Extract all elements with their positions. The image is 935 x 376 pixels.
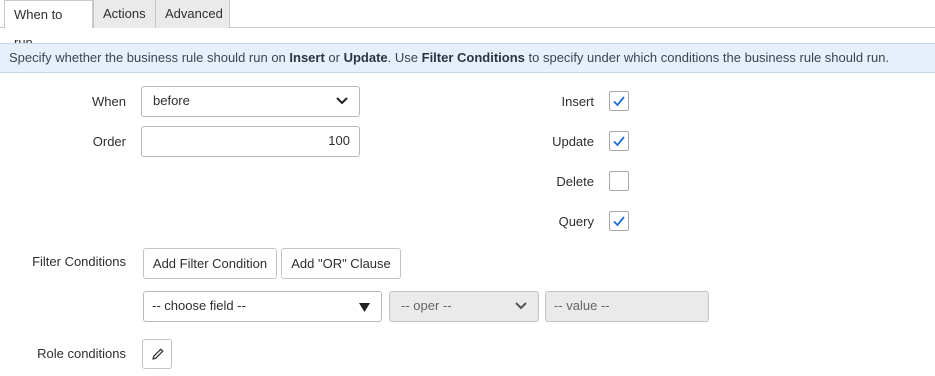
- oper-value: -- oper --: [401, 298, 452, 313]
- query-checkbox[interactable]: [609, 211, 629, 231]
- delete-label: Delete: [556, 174, 594, 189]
- info-text-2: or: [324, 50, 344, 65]
- delete-checkbox[interactable]: [609, 171, 629, 191]
- pencil-icon: [152, 348, 164, 360]
- add-filter-condition-button[interactable]: Add Filter Condition: [143, 248, 277, 279]
- triangle-down-icon: [359, 303, 370, 312]
- chevron-down-icon: [515, 302, 527, 310]
- add-or-clause-button[interactable]: Add "OR" Clause: [281, 248, 401, 279]
- info-insert: Insert: [289, 50, 325, 65]
- checkmark-icon: [613, 136, 625, 147]
- order-value: 100: [328, 133, 350, 148]
- value-placeholder: -- value --: [554, 298, 610, 313]
- when-select[interactable]: before: [141, 86, 360, 117]
- checkmark-icon: [613, 216, 625, 227]
- when-value: before: [153, 93, 190, 108]
- role-conditions-label: Role conditions: [37, 346, 126, 361]
- update-label: Update: [552, 134, 594, 149]
- chevron-down-icon: [336, 97, 348, 105]
- checkmark-icon: [613, 96, 625, 107]
- when-label: When: [92, 94, 126, 109]
- tab-when-to-run[interactable]: When to run: [4, 0, 93, 50]
- choose-field-select[interactable]: -- choose field --: [143, 291, 382, 322]
- oper-select[interactable]: -- oper --: [389, 291, 539, 322]
- info-text-4: to specify under which conditions the bu…: [524, 50, 890, 65]
- order-input[interactable]: 100: [141, 126, 360, 157]
- choose-field-value: -- choose field --: [152, 298, 246, 313]
- info-filter-conditions: Filter Conditions: [421, 50, 525, 65]
- info-text-3: . Use: [387, 50, 422, 65]
- insert-label: Insert: [561, 94, 594, 109]
- update-checkbox[interactable]: [609, 131, 629, 151]
- order-label: Order: [92, 134, 126, 149]
- tab-advanced[interactable]: Advanced: [155, 0, 230, 28]
- info-update: Update: [343, 50, 388, 65]
- info-text-1: Specify whether the business rule should…: [9, 50, 290, 65]
- filter-conditions-label: Filter Conditions: [32, 254, 126, 269]
- query-label: Query: [558, 214, 594, 229]
- tab-actions[interactable]: Actions: [93, 0, 155, 28]
- tab-bar: When to run Actions Advanced: [0, 0, 935, 50]
- value-input[interactable]: -- value --: [545, 291, 709, 322]
- edit-role-conditions-button[interactable]: [142, 339, 172, 369]
- insert-checkbox[interactable]: [609, 91, 629, 111]
- info-message: Specify whether the business rule should…: [0, 43, 935, 73]
